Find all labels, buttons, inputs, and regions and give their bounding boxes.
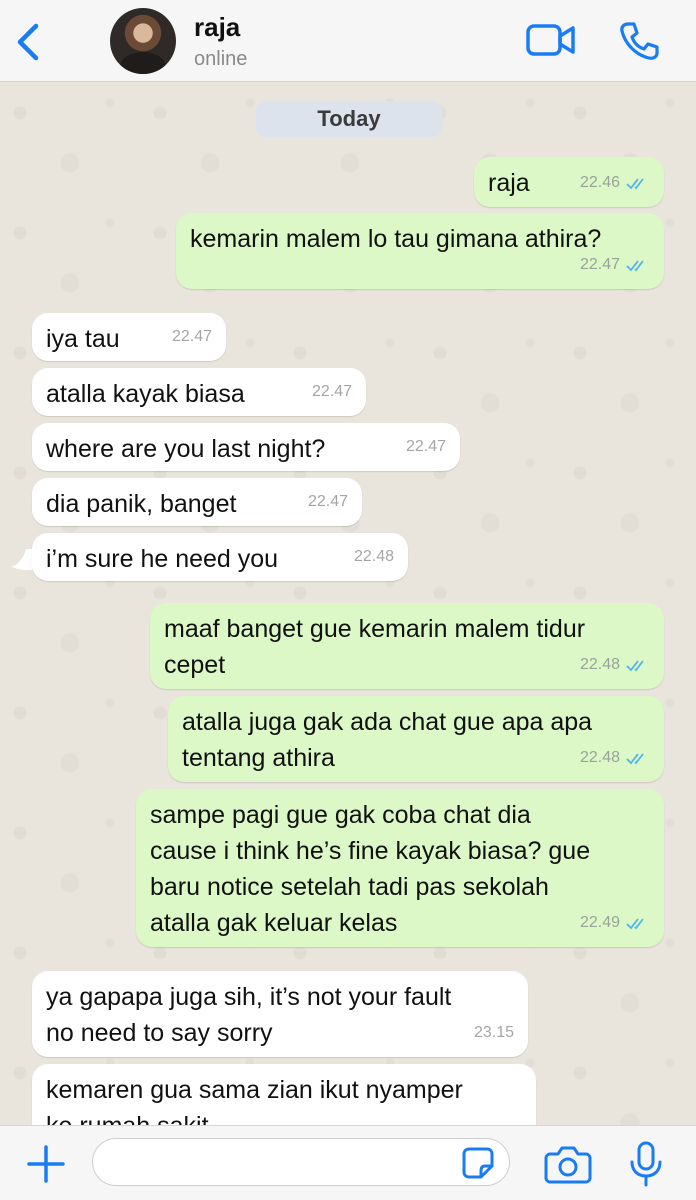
double-check-icon (626, 753, 644, 765)
message-time: 22.47 (171, 328, 212, 345)
microphone-icon (630, 1141, 662, 1187)
message-incoming[interactable]: atalla kayak biasa 22.47 (32, 368, 366, 416)
message-incoming[interactable]: where are you last night? 22.47 (32, 423, 460, 471)
compose-bar (0, 1125, 696, 1200)
microphone-button[interactable] (628, 1140, 664, 1188)
message-time: 22.48 (579, 749, 620, 766)
camera-icon (544, 1146, 592, 1184)
message-time: 22.48 (353, 548, 394, 565)
message-incoming[interactable]: dia panik, banget 22.47 (32, 478, 362, 526)
message-text: kemaren gua sama zian ikut nyamper ke ru… (46, 1076, 463, 1125)
message-time: 22.46 (579, 174, 620, 191)
message-meta: 22.48 (354, 539, 394, 575)
avatar[interactable] (110, 8, 176, 74)
message-text: iya tau (46, 325, 120, 353)
phone-icon (620, 22, 659, 60)
message-time: 22.47 (311, 383, 352, 400)
contact-status: online (194, 48, 248, 70)
message-text: ya gapapa juga sih, it’s not your fault … (46, 983, 452, 1047)
date-separator: Today (256, 101, 442, 137)
video-camera-icon (526, 24, 575, 56)
contact-name[interactable]: raja (194, 12, 240, 43)
message-text: maaf banget gue kemarin malem tidur cepe… (164, 615, 586, 679)
attach-button[interactable] (26, 1144, 66, 1184)
double-check-icon (626, 660, 644, 672)
message-meta: 22.47 (172, 319, 212, 355)
message-incoming[interactable]: iya tau 22.47 (32, 313, 226, 361)
double-check-icon (626, 918, 644, 930)
message-text: where are you last night? (46, 435, 326, 463)
plus-icon (27, 1145, 65, 1183)
message-incoming[interactable]: i’m sure he need you 22.48 (32, 533, 408, 581)
sticker-icon (462, 1147, 494, 1179)
video-call-button[interactable] (526, 22, 576, 58)
message-meta: 22.48 (580, 647, 650, 683)
camera-button[interactable] (544, 1144, 592, 1184)
message-time: 22.48 (579, 656, 620, 673)
back-button[interactable] (12, 20, 52, 64)
message-outgoing[interactable]: maaf banget gue kemarin malem tidur cepe… (150, 603, 664, 689)
message-text: raja (488, 169, 530, 197)
message-time: 23.15 (473, 1024, 514, 1041)
chevron-left-icon (17, 23, 39, 61)
message-meta: 23.15 (474, 1015, 514, 1051)
message-meta: 22.47 (406, 429, 446, 465)
message-incoming[interactable]: kemaren gua sama zian ikut nyamper ke ru… (32, 1064, 536, 1125)
message-incoming[interactable]: ya gapapa juga sih, it’s not your fault … (32, 971, 528, 1057)
message-time: 22.47 (405, 438, 446, 455)
double-check-icon (626, 178, 644, 190)
message-meta: 22.47 (580, 247, 650, 283)
voice-call-button[interactable] (618, 20, 660, 62)
message-meta: 22.49 (580, 905, 650, 941)
message-time: 22.47 (579, 256, 620, 273)
message-list[interactable]: Today raja 22.46 kemarin malem lo tau gi… (0, 83, 696, 1125)
chat-header: raja online (0, 0, 696, 82)
message-meta: 22.47 (312, 374, 352, 410)
sticker-button[interactable] (460, 1146, 496, 1180)
message-time: 22.47 (307, 493, 348, 510)
message-text: kemarin malem lo tau gimana athira? (190, 225, 602, 253)
message-text: atalla kayak biasa (46, 380, 245, 408)
message-input[interactable] (92, 1138, 510, 1186)
message-outgoing[interactable]: kemarin malem lo tau gimana athira? 22.4… (176, 213, 664, 289)
message-outgoing[interactable]: atalla juga gak ada chat gue apa apa ten… (168, 696, 664, 782)
message-meta: 22.48 (580, 740, 650, 776)
message-meta: 22.47 (308, 484, 348, 520)
message-text: atalla juga gak ada chat gue apa apa ten… (182, 708, 593, 772)
message-text: sampe pagi gue gak coba chat dia cause i… (150, 801, 591, 937)
message-text: dia panik, banget (46, 490, 237, 518)
message-meta: 22.46 (580, 165, 650, 201)
message-time: 22.49 (579, 914, 620, 931)
message-text: i’m sure he need you (46, 545, 279, 573)
message-outgoing[interactable]: sampe pagi gue gak coba chat dia cause i… (136, 789, 664, 947)
message-outgoing[interactable]: raja 22.46 (474, 157, 664, 207)
double-check-icon (626, 260, 644, 272)
